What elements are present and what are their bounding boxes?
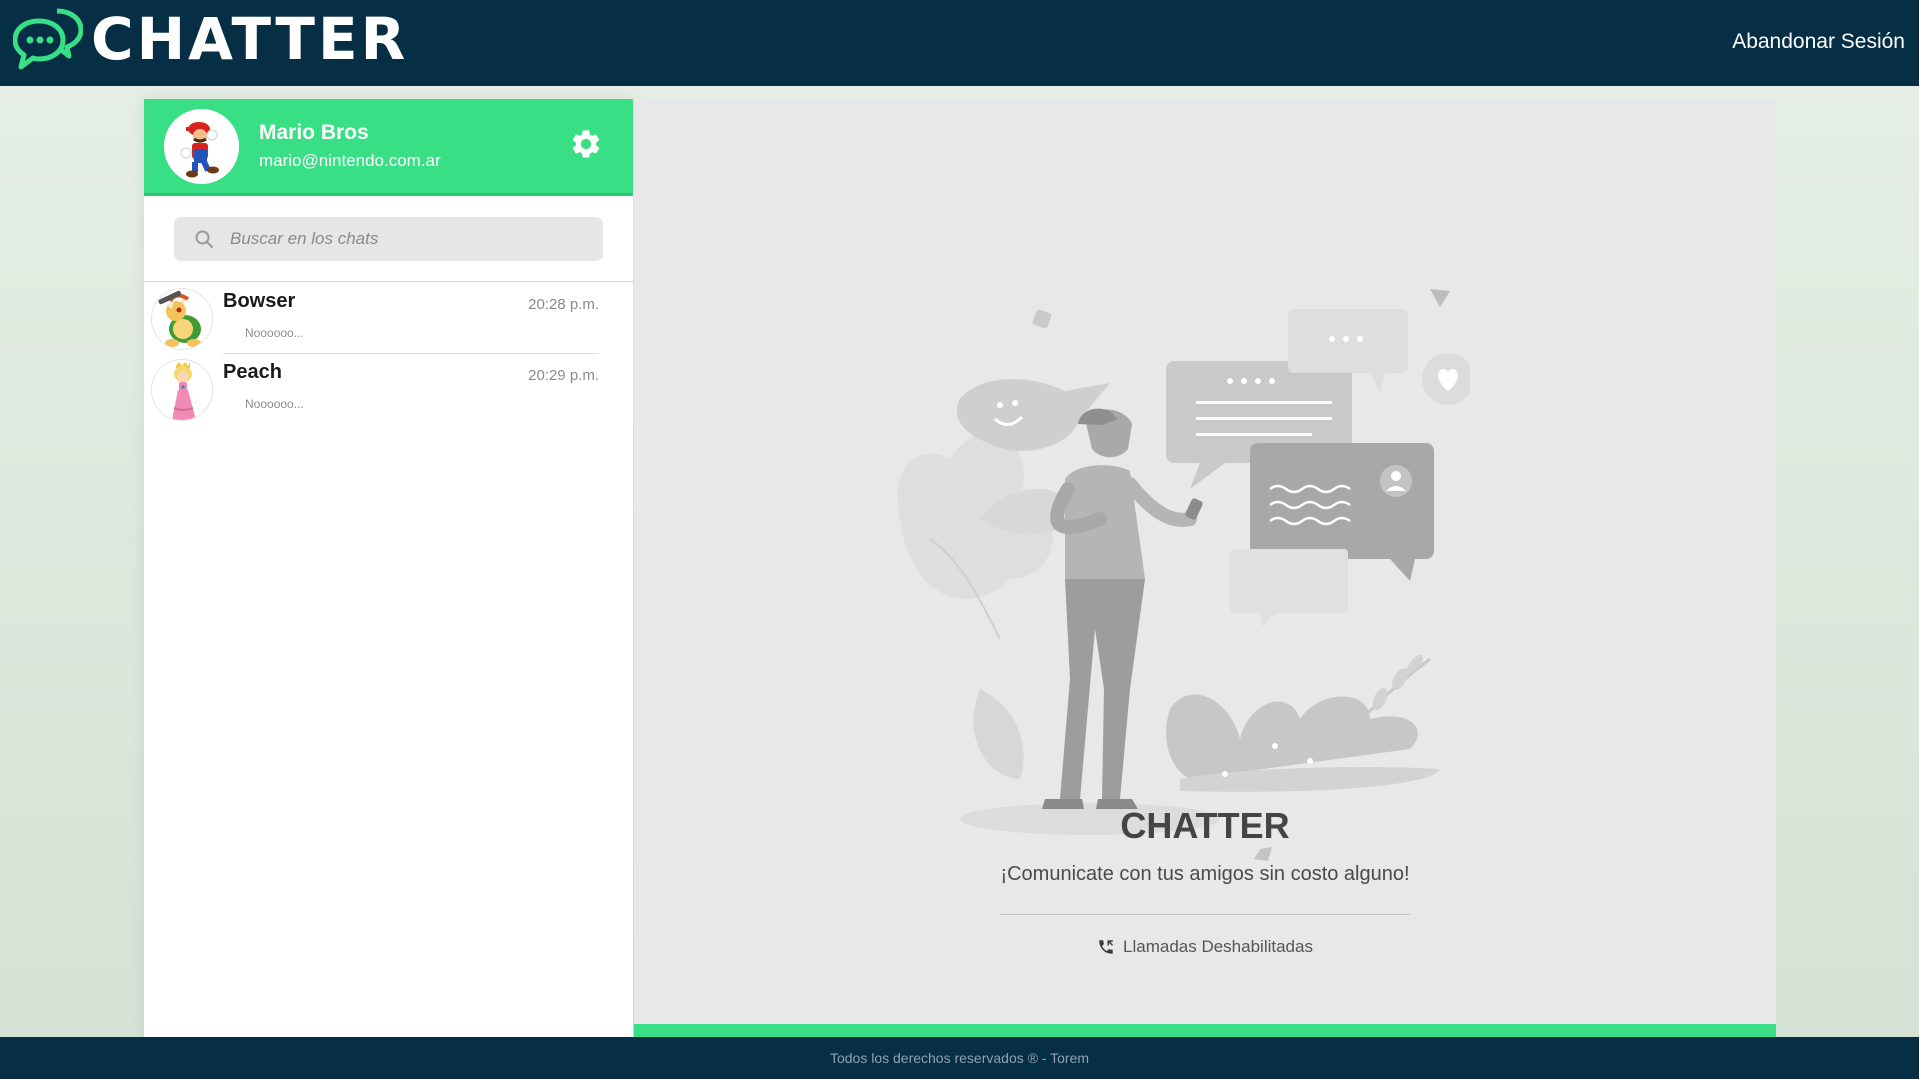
- welcome-subtitle: ¡Comunicate con tus amigos sin costo alg…: [1000, 863, 1410, 885]
- profile-divider: [144, 193, 633, 196]
- search-box: [174, 217, 603, 261]
- chat-list-item-bowser[interactable]: Bowser 20:28 p.m. Noooooo...: [144, 283, 633, 354]
- bowser-avatar-icon: [152, 289, 212, 349]
- chat-name: Peach: [223, 361, 282, 383]
- avatar[interactable]: [164, 109, 239, 184]
- welcome-divider: [1000, 914, 1410, 915]
- calls-disabled-label: Llamadas Deshabilitadas: [1123, 937, 1313, 956]
- phone-icon: [1099, 940, 1114, 954]
- search-icon: [195, 230, 213, 248]
- profile-header: Mario Bros mario@nintendo.com.ar: [144, 99, 633, 193]
- mario-avatar-icon: [164, 109, 239, 184]
- top-bar: CHATTER Abandonar Sesión: [0, 0, 1919, 86]
- welcome-title: CHATTER: [1120, 805, 1290, 846]
- profile-email: mario@nintendo.com.ar: [259, 151, 441, 170]
- welcome-panel: CHATTER ¡Comunicate con tus amigos sin c…: [634, 99, 1776, 1037]
- avatar: [151, 359, 213, 421]
- chat-list-item-peach[interactable]: Peach 20:29 p.m. Noooooo...: [144, 354, 633, 424]
- profile-name: Mario Bros: [259, 121, 369, 144]
- footer: Todos los derechos reservados ® - Torem: [0, 1037, 1919, 1079]
- chat-preview: Noooooo...: [245, 326, 304, 340]
- sidebar: Mario Bros mario@nintendo.com.ar Buscar …: [144, 99, 633, 1037]
- peach-avatar-icon: [152, 360, 212, 420]
- chat-time: 20:28 p.m.: [528, 296, 599, 313]
- chat-time: 20:29 p.m.: [528, 367, 599, 384]
- avatar: [151, 288, 213, 350]
- logo[interactable]: CHATTER: [13, 7, 408, 71]
- footer-copyright: Todos los derechos reservados ® - Torem: [829, 1050, 1090, 1066]
- person-chatting-illustration: [897, 289, 1470, 861]
- logout-button[interactable]: Abandonar Sesión: [1732, 30, 1905, 54]
- gear-icon[interactable]: [569, 127, 603, 161]
- calls-status: Llamadas Deshabilitadas: [634, 937, 1776, 957]
- chat-preview: Noooooo...: [245, 397, 304, 411]
- chat-name: Bowser: [223, 290, 296, 312]
- chat-bubbles-logo-icon: [13, 8, 83, 70]
- chat-list-divider: [144, 281, 633, 282]
- logo-text: CHATTER: [91, 5, 409, 73]
- accent-bar: [634, 1024, 1776, 1037]
- search-input[interactable]: [230, 217, 590, 261]
